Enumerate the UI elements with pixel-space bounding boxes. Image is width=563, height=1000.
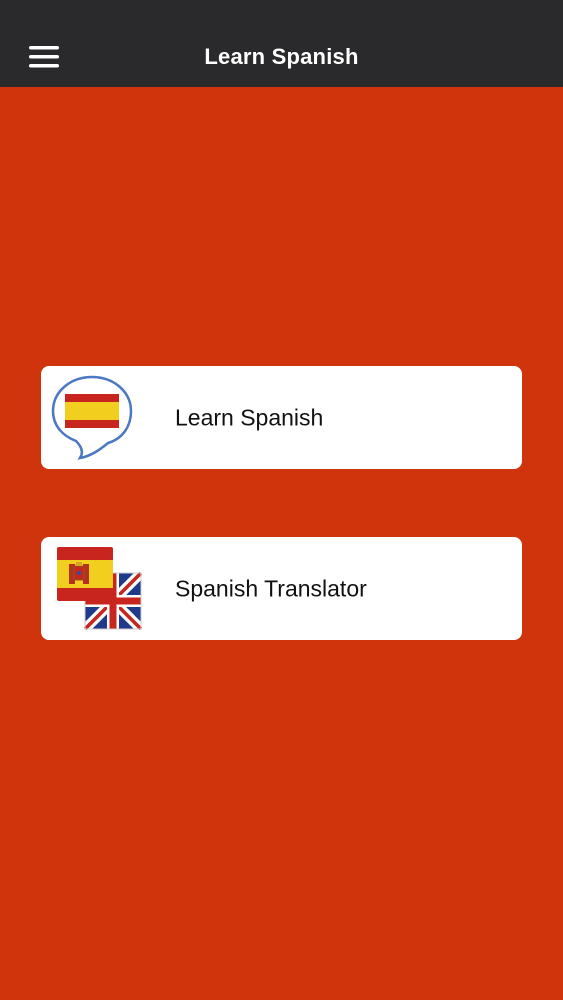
spanish-translator-card[interactable]: Spanish Translator [41, 537, 522, 640]
app-bar: Learn Spanish [0, 0, 563, 87]
main-content: Learn Spanish Spanish Translator [0, 87, 563, 1000]
learn-spanish-label: Learn Spanish [175, 404, 324, 430]
spanish-translator-label: Spanish Translator [175, 575, 367, 601]
learn-spanish-card[interactable]: Learn Spanish [41, 366, 522, 469]
app-title: Learn Spanish [204, 44, 359, 69]
spanish-flag-speech-bubble-icon [51, 375, 133, 460]
spanish-uk-flags-icon [57, 547, 143, 631]
